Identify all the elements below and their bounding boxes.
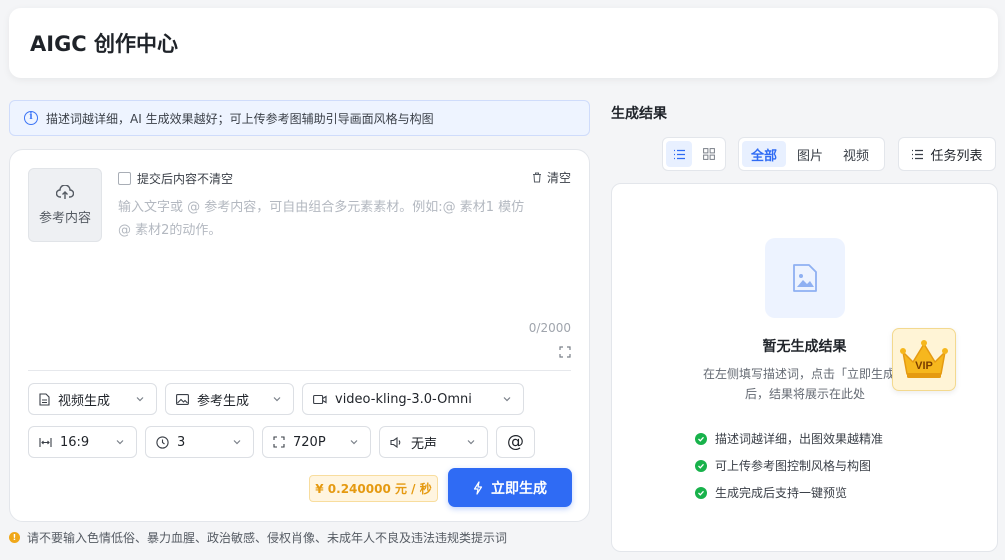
price-badge: ¥ 0.240000 元 / 秒 xyxy=(309,475,438,502)
mention-icon: @ xyxy=(507,432,524,452)
clock-icon xyxy=(156,435,169,449)
keep-content-checkbox[interactable] xyxy=(118,172,131,185)
chevron-down-icon xyxy=(503,397,511,402)
grid-view-button[interactable] xyxy=(696,141,722,167)
duration-select[interactable]: 3 xyxy=(145,426,254,458)
results-title: 生成结果 xyxy=(611,106,667,122)
info-icon: i xyxy=(24,111,38,125)
width-icon xyxy=(39,437,52,447)
chevron-down-icon xyxy=(233,440,241,445)
expand-icon[interactable] xyxy=(559,346,571,358)
page-header: AIGC 创作中心 xyxy=(9,8,998,78)
ref-mode-select[interactable]: 参考生成 xyxy=(165,383,294,415)
check-icon xyxy=(695,459,707,472)
feature-item: 生成完成后支持一键预览 xyxy=(695,479,883,506)
feature-text: 生成完成后支持一键预览 xyxy=(715,486,848,500)
chevron-down-icon xyxy=(273,397,281,402)
audio-select[interactable]: 无声 xyxy=(379,426,488,458)
check-icon xyxy=(695,432,707,445)
task-list-button[interactable]: 任务列表 xyxy=(898,137,996,171)
chevron-down-icon xyxy=(467,440,475,445)
warning-text: 请不要输入色情低俗、暴力血腥、政治敏感、侵权肖像、未成年人不良及违法违规类提示词 xyxy=(27,531,508,545)
ratio-select[interactable]: 16:9 xyxy=(28,426,137,458)
generate-label: 立即生成 xyxy=(491,480,547,497)
tip-text: 描述词越详细，AI 生成效果越好；可上传参考图辅助引导画面风格与构图 xyxy=(46,111,434,126)
tip-bar: i 描述词越详细，AI 生成效果越好；可上传参考图辅助引导画面风格与构图 xyxy=(9,100,590,136)
list-icon xyxy=(912,149,924,159)
grid-icon xyxy=(703,148,715,160)
video-camera-icon xyxy=(313,394,327,404)
filter-tab-images[interactable]: 图片 xyxy=(788,141,832,167)
divider xyxy=(28,370,571,371)
clear-label: 清空 xyxy=(546,171,571,185)
feature-list: 描述词越详细，出图效果越精准 可上传参考图控制风格与构图 生成完成后支持一键预览 xyxy=(695,425,883,506)
filter-tab-videos[interactable]: 视频 xyxy=(834,141,878,167)
ratio-value: 16:9 xyxy=(60,434,90,450)
ref-mode-value: 参考生成 xyxy=(197,393,250,409)
reference-upload-label: 参考内容 xyxy=(38,210,91,226)
clear-button[interactable]: 清空 xyxy=(532,169,571,186)
warning-icon: ! xyxy=(9,532,20,543)
empty-state-description: 在左侧填写描述词，点击「立即生成」后，结果将展示在此处 xyxy=(702,367,907,401)
feature-text: 可上传参考图控制风格与构图 xyxy=(715,459,872,473)
page-title: AIGC 创作中心 xyxy=(30,32,179,56)
upload-icon xyxy=(56,184,74,199)
feature-item: 可上传参考图控制风格与构图 xyxy=(695,452,883,479)
trash-icon xyxy=(532,172,541,183)
resolution-value: 720P xyxy=(293,434,326,450)
chevron-down-icon xyxy=(350,440,358,445)
resolution-select[interactable]: 720P xyxy=(262,426,371,458)
image-file-icon xyxy=(793,264,817,292)
speaker-icon xyxy=(390,436,401,448)
chevron-down-icon xyxy=(116,440,124,445)
generate-button[interactable]: 立即生成 xyxy=(448,468,572,507)
reference-upload-button[interactable]: 参考内容 xyxy=(28,168,102,242)
resize-icon xyxy=(273,436,285,448)
task-list-label: 任务列表 xyxy=(930,148,983,164)
model-value: video-kling-3.0-Omni xyxy=(335,391,472,407)
image-icon xyxy=(176,393,189,405)
mention-button[interactable]: @ xyxy=(496,426,535,458)
filter-tab-all[interactable]: 全部 xyxy=(742,141,787,167)
mode-value: 视频生成 xyxy=(58,393,111,409)
list-view-button[interactable] xyxy=(666,141,692,167)
model-select[interactable]: video-kling-3.0-Omni xyxy=(302,383,524,415)
chevron-down-icon xyxy=(136,397,144,402)
feature-text: 描述词越详细，出图效果越精准 xyxy=(715,432,884,446)
crown-icon: VIP xyxy=(900,339,948,378)
keep-content-label: 提交后内容不清空 xyxy=(137,172,234,186)
check-icon xyxy=(695,486,707,499)
feature-item: 描述词越详细，出图效果越精准 xyxy=(695,425,883,452)
filter-tabs: 全部 图片 视频 xyxy=(738,137,885,171)
view-toggle xyxy=(662,137,726,171)
vip-label: VIP xyxy=(915,360,933,372)
char-counter: 0/2000 xyxy=(528,321,571,335)
document-icon xyxy=(39,392,50,406)
audio-value: 无声 xyxy=(411,436,438,452)
duration-value: 3 xyxy=(177,434,186,450)
list-icon xyxy=(673,149,685,159)
mode-select[interactable]: 视频生成 xyxy=(28,383,157,415)
prompt-editor-card: 参考内容 提交后内容不清空 清空 输入文字或 @ 参考内容，可自由组合多元素素材… xyxy=(9,149,590,522)
content-warning: ! 请不要输入色情低俗、暴力血腥、政治敏感、侵权肖像、未成年人不良及违法违规类提… xyxy=(9,529,507,546)
lightning-icon xyxy=(473,480,483,495)
keep-content-option[interactable]: 提交后内容不清空 xyxy=(118,170,233,187)
empty-state-icon xyxy=(765,238,845,318)
prompt-input[interactable]: 输入文字或 @ 参考内容，可自由组合多元素素材。例如:@ 素材1 模仿 @ 素材… xyxy=(118,196,538,242)
vip-badge[interactable]: VIP xyxy=(892,328,956,391)
